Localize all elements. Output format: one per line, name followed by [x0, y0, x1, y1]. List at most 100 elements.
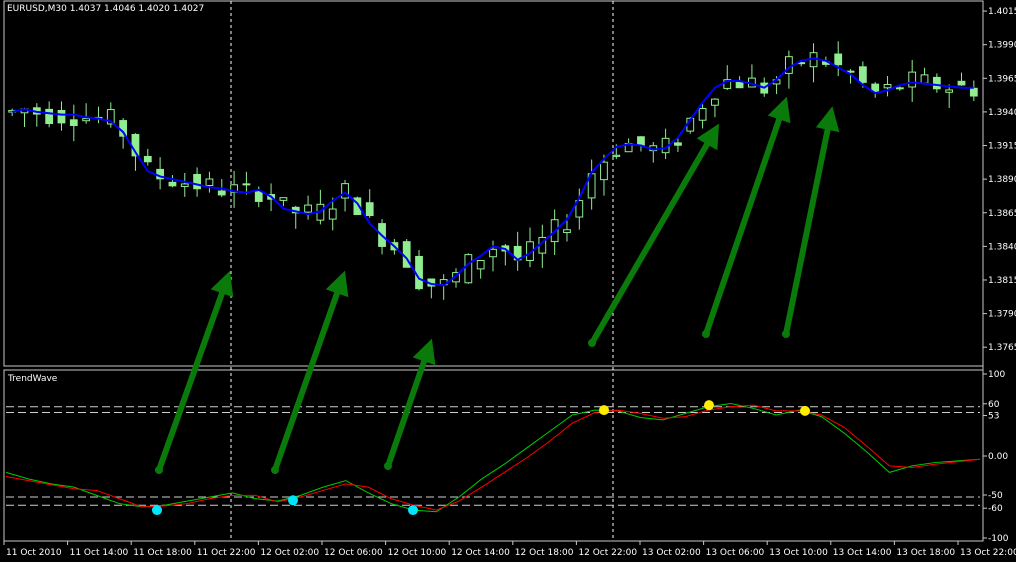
candle-body [82, 118, 91, 122]
candle-body [242, 183, 251, 186]
candle-body [143, 155, 152, 163]
candle-body [969, 87, 978, 97]
price-tick-label: 1.3815 [988, 276, 1016, 286]
trend-arrow [272, 270, 349, 471]
candlestick-series [8, 41, 978, 300]
candle-body [711, 98, 719, 106]
time-tick-label: 11 Oct 2010 [6, 548, 62, 558]
trend-arrow [783, 106, 840, 335]
indicator-tick-label: 53 [988, 412, 999, 422]
yellow-signal-dot [599, 405, 609, 416]
indicator-tick-label: 60 [988, 400, 1000, 410]
candle-body [476, 260, 485, 270]
candle-body [57, 109, 66, 124]
price-tick-label: 1.3840 [988, 242, 1016, 252]
time-tick-label: 13 Oct 06:00 [706, 548, 765, 558]
trend-arrow [589, 123, 720, 345]
time-tick-label: 12 Oct 22:00 [578, 548, 637, 558]
candle-body [489, 248, 497, 258]
candle-body [193, 173, 201, 190]
candle-body [205, 178, 214, 187]
chart-title: EURUSD,M30 1.4037 1.4046 1.4020 1.4027 [7, 4, 204, 14]
trend-arrows [155, 96, 840, 474]
candle-body [600, 161, 608, 181]
candle-body [945, 89, 954, 93]
time-tick-label: 12 Oct 06:00 [324, 548, 383, 558]
price-tick-label: 1.3765 [988, 343, 1016, 353]
time-tick-label: 12 Oct 10:00 [388, 548, 447, 558]
time-tick-label: 13 Oct 14:00 [833, 548, 892, 558]
indicator-tick-label: -100 [988, 534, 1009, 544]
time-tick-label: 12 Oct 14:00 [451, 548, 510, 558]
cyan-signal-dot [288, 495, 298, 506]
price-tick-label: 1.3915 [988, 142, 1016, 152]
candle-body [834, 53, 843, 66]
cyan-signal-dot [408, 505, 418, 516]
candle-body [883, 84, 892, 89]
indicator-frame [3, 369, 984, 542]
time-tick-label: 13 Oct 10:00 [769, 548, 828, 558]
time-tick-label: 13 Oct 22:00 [960, 548, 1016, 558]
candle-body [254, 191, 263, 202]
time-tick-label: 11 Oct 14:00 [70, 548, 129, 558]
trend-arrow-base [384, 462, 392, 470]
trendwave-line [5, 403, 981, 513]
time-tick-label: 12 Oct 02:00 [260, 548, 319, 558]
price-tick-label: 1.3940 [988, 108, 1016, 118]
trendwave-lines [5, 403, 981, 513]
indicator-tick-label: -60 [988, 504, 1003, 514]
time-tick-label: 11 Oct 22:00 [197, 548, 256, 558]
trend-arrow [385, 338, 436, 467]
trend-arrow [703, 96, 791, 335]
trend-arrow-base [588, 339, 596, 347]
candle-body [563, 229, 571, 234]
candle-body [217, 190, 226, 196]
time-tick-label: 13 Oct 02:00 [642, 548, 701, 558]
indicator-axis-ticks: 100 60 53 0.00 -50 -60 -100 [983, 370, 1009, 544]
chart-canvas: EURUSD,M30 1.4037 1.4046 1.4020 1.4027 T… [3, 0, 1016, 558]
time-axis-ticks: 11 Oct 2010 11 Oct 14:00 11 Oct 18:00 11 Oc… [3, 541, 1016, 558]
candle-body [69, 119, 78, 126]
trend-arrow-base [271, 466, 279, 474]
candle-body [920, 74, 929, 84]
trend-arrow-base [155, 466, 163, 474]
price-tick-label: 1.3890 [988, 175, 1016, 185]
candle-body [895, 87, 904, 90]
indicator-title: TrendWave [7, 374, 58, 384]
candle-body [932, 76, 941, 90]
candle-body [908, 71, 917, 88]
price-tick-label: 1.3965 [988, 74, 1016, 84]
indicator-tick-label: 100 [988, 370, 1005, 380]
indicator-tick-label: -50 [988, 491, 1003, 501]
price-axis-ticks: 1.4015 1.3990 1.3965 1.3940 1.3915 1.3890 1.38… [983, 7, 1016, 353]
indicator-tick-label: 0.00 [988, 452, 1008, 462]
trendwave-line [5, 404, 981, 511]
trend-arrow-base [702, 330, 710, 338]
candle-body [279, 197, 288, 201]
candle-body [45, 108, 54, 125]
candle-body [180, 183, 189, 187]
candle-body [735, 82, 744, 89]
price-tick-label: 1.3990 [988, 41, 1016, 51]
price-tick-label: 1.3790 [988, 310, 1016, 320]
trend-arrow-base [782, 330, 790, 338]
candle-body [328, 208, 337, 220]
candle-body [698, 108, 707, 121]
candle-body [674, 142, 682, 146]
price-tick-label: 1.4015 [988, 7, 1016, 17]
candle-body [809, 52, 818, 68]
candle-body [365, 202, 374, 217]
time-tick-label: 11 Oct 18:00 [133, 548, 192, 558]
candle-body [637, 136, 645, 146]
candle-body [464, 254, 473, 284]
candle-body [168, 181, 177, 187]
cyan-signal-dot [152, 505, 162, 516]
candle-body [415, 255, 423, 290]
candle-body [612, 154, 621, 157]
time-tick-label: 12 Oct 18:00 [515, 548, 574, 558]
yellow-signal-dot [800, 405, 810, 416]
candle-body [858, 66, 867, 83]
trend-arrow [156, 270, 234, 472]
time-tick-label: 13 Oct 18:00 [896, 548, 955, 558]
price-tick-label: 1.3865 [988, 209, 1016, 219]
